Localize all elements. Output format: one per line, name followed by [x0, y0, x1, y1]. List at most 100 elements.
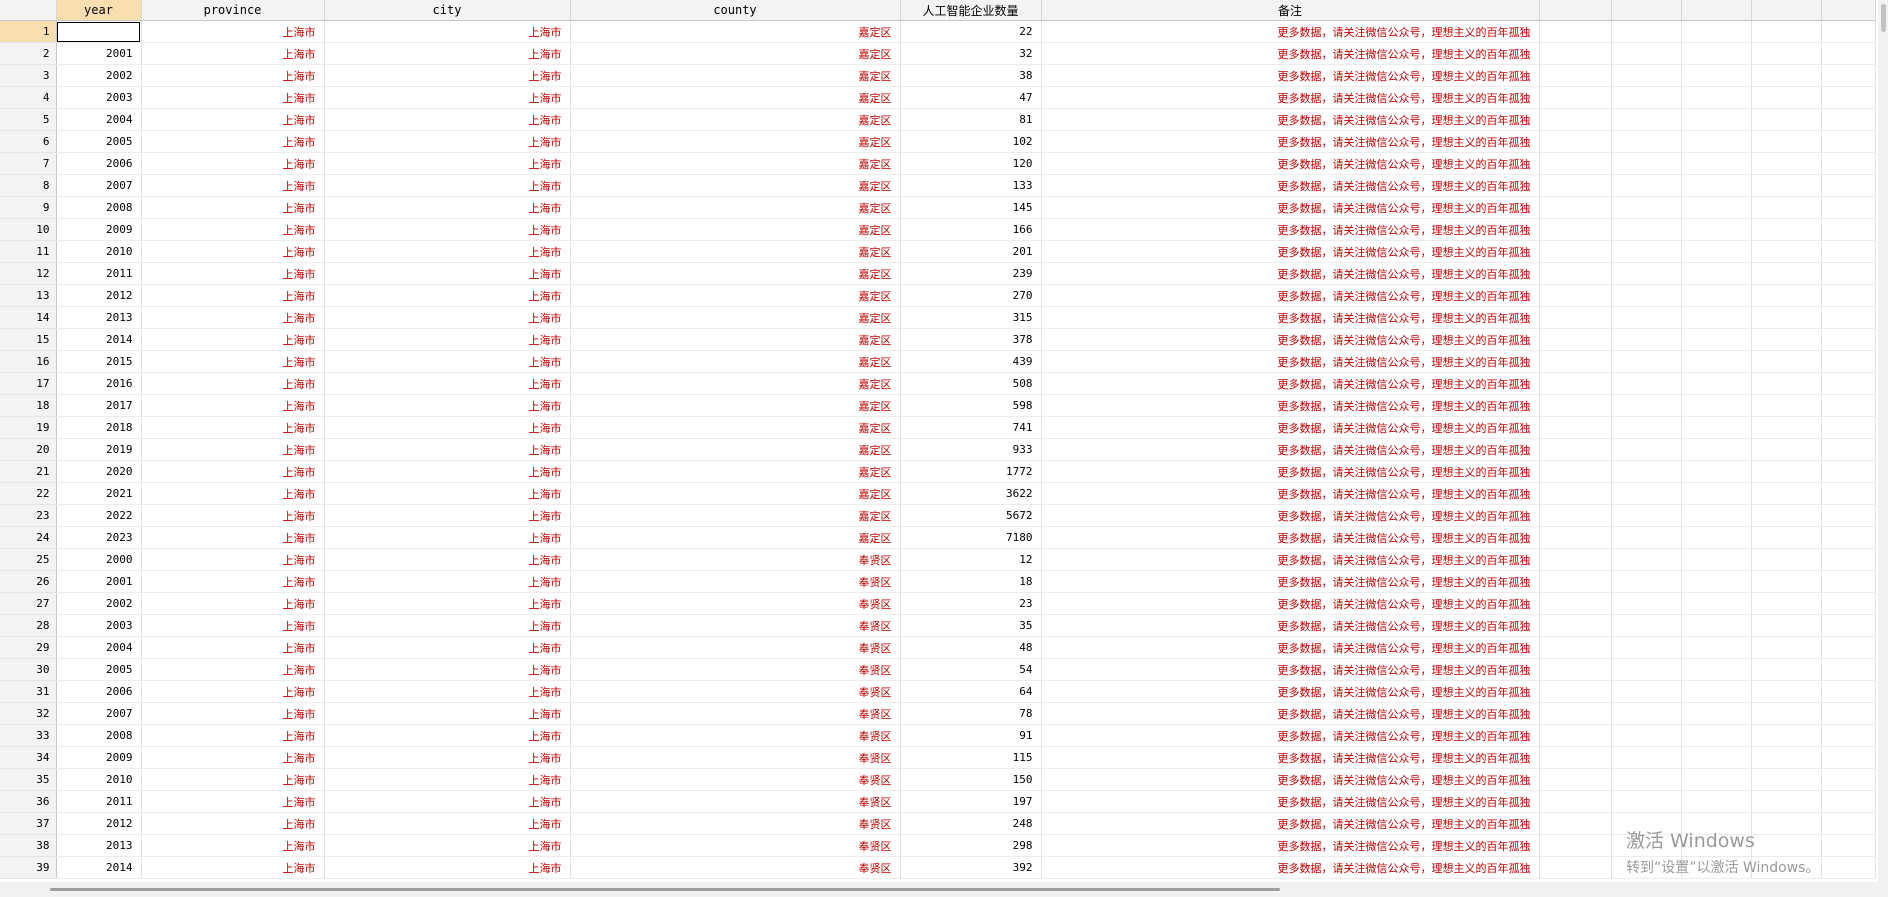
cell-ai-enterprise-count[interactable]: 133 [900, 174, 1042, 197]
cell-ai-enterprise-count[interactable]: 197 [900, 790, 1042, 813]
cell-empty[interactable] [1821, 86, 1876, 109]
cell-empty[interactable] [1751, 306, 1822, 329]
table-row[interactable]: 9 2008 上海市 上海市 嘉定区 145 更多数据，请关注微信公众号，理想主义的百年孤独 [0, 196, 1876, 219]
cell-year[interactable]: 2018 [56, 416, 142, 439]
cell-year[interactable]: 2011 [56, 790, 142, 813]
cell-county[interactable]: 嘉定区 [570, 306, 901, 329]
cell-city[interactable]: 上海市 [324, 658, 571, 681]
cell-city[interactable]: 上海市 [324, 152, 571, 175]
column-header-remarks[interactable]: 备注 [1041, 0, 1540, 21]
cell-empty[interactable] [1611, 636, 1682, 659]
cell-county[interactable]: 奉贤区 [570, 680, 901, 703]
row-number[interactable]: 6 [0, 130, 57, 153]
cell-empty[interactable] [1611, 548, 1682, 571]
cell-province[interactable]: 上海市 [141, 262, 325, 285]
cell-empty[interactable] [1611, 680, 1682, 703]
cell-empty[interactable] [1751, 790, 1822, 813]
cell-empty[interactable] [1751, 658, 1822, 681]
cell-year[interactable]: 2019 [56, 438, 142, 461]
cell-ai-enterprise-count[interactable]: 145 [900, 196, 1042, 219]
cell-ai-enterprise-count[interactable]: 102 [900, 130, 1042, 153]
table-row[interactable]: 4 2003 上海市 上海市 嘉定区 47 更多数据，请关注微信公众号，理想主义的百年孤独 [0, 86, 1876, 109]
cell-empty[interactable] [1821, 328, 1876, 351]
table-row[interactable]: 30 2005 上海市 上海市 奉贤区 54 更多数据，请关注微信公众号，理想主义的百年孤独 [0, 658, 1876, 681]
cell-empty[interactable] [1681, 548, 1752, 571]
row-number[interactable]: 5 [0, 108, 57, 131]
cell-empty[interactable] [1611, 460, 1682, 483]
table-row[interactable]: 37 2012 上海市 上海市 奉贤区 248 更多数据，请关注微信公众号，理想主义的百年孤… [0, 812, 1876, 835]
row-number[interactable]: 16 [0, 350, 57, 373]
cell-empty[interactable] [1751, 460, 1822, 483]
cell-county[interactable]: 嘉定区 [570, 64, 901, 87]
cell-county[interactable]: 嘉定区 [570, 328, 901, 351]
cell-year[interactable]: 2016 [56, 372, 142, 395]
cell-province[interactable]: 上海市 [141, 240, 325, 263]
cell-remarks[interactable]: 更多数据，请关注微信公众号，理想主义的百年孤独 [1041, 790, 1540, 813]
cell-remarks[interactable]: 更多数据，请关注微信公众号，理想主义的百年孤独 [1041, 834, 1540, 857]
cell-remarks[interactable]: 更多数据，请关注微信公众号，理想主义的百年孤独 [1041, 680, 1540, 703]
cell-province[interactable]: 上海市 [141, 372, 325, 395]
vertical-scrollbar[interactable] [1878, 0, 1888, 882]
row-number[interactable]: 32 [0, 702, 57, 725]
cell-empty[interactable] [1539, 592, 1612, 615]
cell-empty[interactable] [1821, 768, 1876, 791]
cell-empty[interactable] [1821, 20, 1876, 43]
cell-empty[interactable] [1681, 152, 1752, 175]
cell-empty[interactable] [1539, 350, 1612, 373]
table-row[interactable]: 15 2014 上海市 上海市 嘉定区 378 更多数据，请关注微信公众号，理想主义的百年孤… [0, 328, 1876, 351]
cell-remarks[interactable]: 更多数据，请关注微信公众号，理想主义的百年孤独 [1041, 394, 1540, 417]
table-row[interactable]: 29 2004 上海市 上海市 奉贤区 48 更多数据，请关注微信公众号，理想主义的百年孤独 [0, 636, 1876, 659]
cell-province[interactable]: 上海市 [141, 790, 325, 813]
cell-empty[interactable] [1751, 372, 1822, 395]
cell-province[interactable]: 上海市 [141, 328, 325, 351]
cell-empty[interactable] [1681, 460, 1752, 483]
cell-city[interactable]: 上海市 [324, 328, 571, 351]
cell-ai-enterprise-count[interactable]: 48 [900, 636, 1042, 659]
row-number[interactable]: 1 [0, 20, 57, 43]
cell-year[interactable]: 2010 [56, 240, 142, 263]
cell-city[interactable]: 上海市 [324, 834, 571, 857]
cell-city[interactable]: 上海市 [324, 812, 571, 835]
cell-empty[interactable] [1611, 42, 1682, 65]
cell-empty[interactable] [1539, 658, 1612, 681]
cell-city[interactable]: 上海市 [324, 614, 571, 637]
cell-county[interactable]: 嘉定区 [570, 438, 901, 461]
cell-empty[interactable] [1681, 284, 1752, 307]
cell-empty[interactable] [1539, 768, 1612, 791]
cell-province[interactable]: 上海市 [141, 350, 325, 373]
cell-empty[interactable] [1539, 636, 1612, 659]
cell-remarks[interactable]: 更多数据，请关注微信公众号，理想主义的百年孤独 [1041, 856, 1540, 879]
row-number[interactable]: 28 [0, 614, 57, 637]
cell-county[interactable]: 奉贤区 [570, 812, 901, 835]
cell-ai-enterprise-count[interactable]: 1772 [900, 460, 1042, 483]
cell-county[interactable]: 嘉定区 [570, 218, 901, 241]
row-number[interactable]: 19 [0, 416, 57, 439]
cell-remarks[interactable]: 更多数据，请关注微信公众号，理想主义的百年孤独 [1041, 174, 1540, 197]
cell-remarks[interactable]: 更多数据，请关注微信公众号，理想主义的百年孤独 [1041, 746, 1540, 769]
cell-empty[interactable] [1539, 482, 1612, 505]
cell-empty[interactable] [1821, 218, 1876, 241]
cell-remarks[interactable]: 更多数据，请关注微信公众号，理想主义的百年孤独 [1041, 350, 1540, 373]
cell-city[interactable]: 上海市 [324, 856, 571, 879]
cell-year[interactable]: 2007 [56, 174, 142, 197]
table-row[interactable]: 39 2014 上海市 上海市 奉贤区 392 更多数据，请关注微信公众号，理想主义的百年孤… [0, 856, 1876, 879]
cell-empty[interactable] [1681, 350, 1752, 373]
cell-province[interactable]: 上海市 [141, 130, 325, 153]
cell-year[interactable]: 2005 [56, 658, 142, 681]
cell-empty[interactable] [1611, 20, 1682, 43]
cell-empty[interactable] [1539, 306, 1612, 329]
cell-empty[interactable] [1611, 394, 1682, 417]
cell-empty[interactable] [1611, 790, 1682, 813]
cell-year[interactable]: 2023 [56, 526, 142, 549]
cell-empty[interactable] [1681, 394, 1752, 417]
cell-year[interactable]: 2013 [56, 834, 142, 857]
cell-remarks[interactable]: 更多数据，请关注微信公众号，理想主义的百年孤独 [1041, 548, 1540, 571]
cell-empty[interactable] [1751, 504, 1822, 527]
cell-empty[interactable] [1751, 350, 1822, 373]
cell-city[interactable]: 上海市 [324, 680, 571, 703]
cell-remarks[interactable]: 更多数据，请关注微信公众号，理想主义的百年孤独 [1041, 482, 1540, 505]
cell-ai-enterprise-count[interactable]: 54 [900, 658, 1042, 681]
cell-remarks[interactable]: 更多数据，请关注微信公众号，理想主义的百年孤独 [1041, 416, 1540, 439]
cell-year[interactable]: 2008 [56, 724, 142, 747]
cell-year[interactable]: 2021 [56, 482, 142, 505]
